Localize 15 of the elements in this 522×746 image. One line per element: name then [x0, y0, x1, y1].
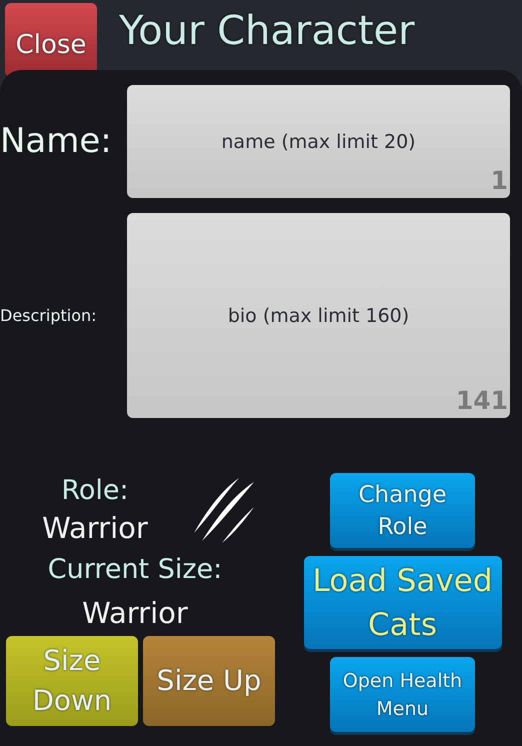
- size-label: Current Size:: [48, 553, 222, 587]
- size-value: Warrior: [82, 595, 188, 632]
- role-value: Warrior: [42, 510, 148, 547]
- description-label: Description:: [0, 304, 98, 326]
- size-up-button[interactable]: Size Up: [143, 636, 275, 726]
- action-button[interactable]: Change Role: [330, 473, 475, 548]
- window-title: Your Character: [119, 7, 415, 56]
- name-label: Name:: [0, 120, 113, 163]
- action-button[interactable]: Load Saved Cats: [304, 556, 502, 649]
- character-counter: 141: [456, 386, 508, 416]
- role-label: Role:: [61, 474, 129, 508]
- action-button[interactable]: Open Health Menu: [330, 657, 475, 732]
- character-counter: 1: [490, 166, 508, 196]
- size-down-button[interactable]: Size Down: [6, 636, 138, 726]
- close-button[interactable]: Close: [5, 3, 97, 77]
